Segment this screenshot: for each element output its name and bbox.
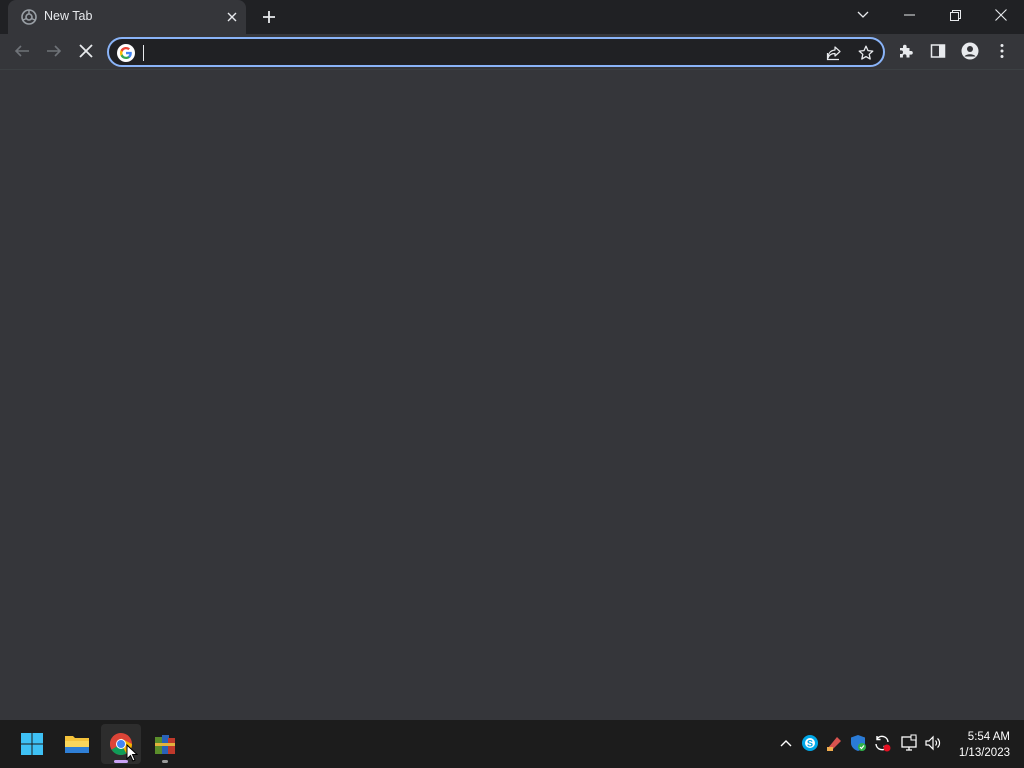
share-icon[interactable] — [824, 43, 844, 63]
skype-icon[interactable]: S — [800, 733, 820, 753]
restore-icon[interactable] — [932, 0, 978, 30]
page-content — [0, 71, 1024, 720]
winrar-icon[interactable] — [145, 724, 185, 764]
tab-close-icon[interactable] — [223, 8, 241, 26]
address-bar[interactable] — [107, 37, 885, 67]
file-explorer-icon[interactable] — [57, 724, 97, 764]
clock-time: 5:54 AM — [967, 731, 1010, 743]
taskbar: S 5:54 AM 1/13/2023 — [0, 720, 1024, 768]
tab-title: New Tab — [44, 9, 93, 23]
stop-loading-icon[interactable] — [72, 37, 100, 65]
svg-text:S: S — [807, 739, 813, 749]
chrome-loading-icon — [21, 9, 37, 25]
network-icon[interactable] — [899, 733, 919, 753]
forward-arrow-icon[interactable] — [40, 37, 68, 65]
side-panel-icon[interactable] — [924, 37, 952, 65]
menu-icon[interactable] — [988, 37, 1016, 65]
tab-search-icon[interactable] — [840, 0, 886, 30]
profile-icon[interactable] — [956, 37, 984, 65]
bookmark-star-icon[interactable] — [856, 43, 876, 63]
close-icon[interactable] — [978, 0, 1024, 30]
chevron-up-icon[interactable] — [776, 733, 796, 753]
title-bar: New Tab — [0, 0, 1024, 34]
mouse-pointer-icon — [126, 744, 138, 762]
address-input[interactable] — [141, 42, 801, 62]
windows-start-icon[interactable] — [12, 724, 52, 764]
back-arrow-icon[interactable] — [8, 37, 36, 65]
google-g-icon — [117, 44, 135, 62]
ccleaner-icon[interactable] — [824, 733, 844, 753]
tab-new-tab[interactable]: New Tab — [8, 0, 246, 34]
minimize-icon[interactable] — [886, 0, 932, 30]
system-clock[interactable]: 5:54 AM 1/13/2023 — [959, 729, 1010, 761]
sync-icon[interactable] — [872, 733, 892, 753]
clock-date: 1/13/2023 — [958, 747, 1010, 759]
windows-security-icon[interactable] — [848, 733, 868, 753]
running-app-indicator — [162, 760, 168, 763]
volume-icon[interactable] — [923, 733, 943, 753]
new-tab-icon[interactable] — [258, 6, 280, 28]
browser-toolbar — [0, 34, 1024, 70]
extensions-icon[interactable] — [892, 37, 920, 65]
